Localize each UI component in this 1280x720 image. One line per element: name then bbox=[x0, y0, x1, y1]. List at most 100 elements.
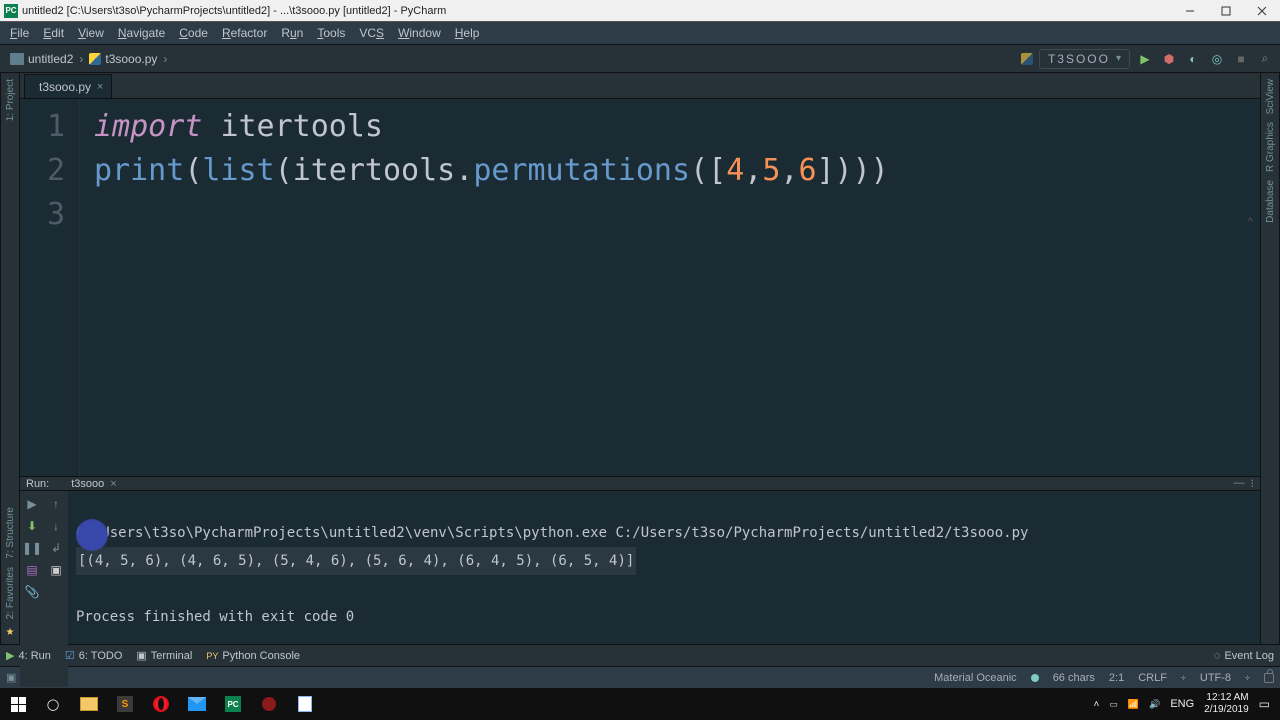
print-button[interactable]: ▣ bbox=[49, 563, 63, 577]
profile-button[interactable]: ◎ bbox=[1208, 50, 1226, 68]
task-file-explorer[interactable] bbox=[74, 690, 104, 718]
window-title: untitled2 [C:\Users\t3so\PycharmProjects… bbox=[22, 5, 446, 17]
menu-vcs[interactable]: VCS bbox=[353, 24, 390, 42]
run-output[interactable]: C:\Users\t3so\PycharmProjects\untitled2\… bbox=[68, 491, 1260, 687]
left-tool-strip: 1: Project 7: Structure 2: Favorites ★ bbox=[0, 73, 20, 644]
window-minimize-button[interactable] bbox=[1172, 0, 1208, 22]
lock-icon[interactable] bbox=[1264, 673, 1274, 683]
python-file-icon bbox=[55, 479, 65, 489]
star-icon: ★ bbox=[6, 627, 15, 638]
number-literal: 6 bbox=[798, 153, 816, 188]
line-number: 1 bbox=[20, 105, 79, 149]
tool-window-quick-icon[interactable]: ▣ bbox=[6, 671, 16, 684]
run-exit-line: Process finished with exit code 0 bbox=[76, 609, 354, 625]
cursor-indicator-icon bbox=[76, 519, 108, 551]
main-area: 1: Project 7: Structure 2: Favorites ★ t… bbox=[0, 73, 1280, 644]
debug-button[interactable]: ⬢ bbox=[1160, 50, 1178, 68]
menu-file[interactable]: File bbox=[4, 24, 35, 42]
editor-tab-t3sooo[interactable]: t3sooo.py × bbox=[24, 74, 112, 98]
line-number: 3 bbox=[20, 193, 79, 237]
tray-app-icon[interactable]: ▭ bbox=[1109, 699, 1118, 710]
menu-refactor[interactable]: Refactor bbox=[216, 24, 273, 42]
rerun-button[interactable]: ▶ bbox=[25, 497, 39, 511]
system-tray: ˄ ▭ 📶 🔊 ENG 12:12 AM 2/19/2019 ▭ bbox=[1094, 692, 1276, 716]
task-pycharm[interactable]: PC bbox=[218, 690, 248, 718]
tool-rgraphics-button[interactable]: R Graphics bbox=[1265, 122, 1276, 172]
module-itertools: itertools bbox=[220, 109, 383, 144]
run-down-button[interactable]: ⬇ bbox=[25, 519, 39, 533]
code-content[interactable]: import itertools print(list(itertools.pe… bbox=[80, 99, 1260, 476]
close-icon[interactable]: × bbox=[110, 478, 116, 490]
start-button[interactable] bbox=[4, 690, 32, 718]
settings-icon[interactable]: ⁝ bbox=[1251, 477, 1255, 490]
layout-button[interactable]: ▤ bbox=[25, 563, 39, 577]
stop-button[interactable]: ■ bbox=[1232, 50, 1250, 68]
run-label: Run: bbox=[26, 478, 49, 490]
run-tool-window: Run: t3sooo × — ⁝ ▶ ⬇ ❚❚ ▤ 📎 bbox=[20, 476, 1260, 644]
tool-project-button[interactable]: 1: Project bbox=[5, 79, 16, 121]
down-button[interactable]: ↓ bbox=[49, 519, 63, 533]
minimize-panel-icon[interactable]: — bbox=[1234, 477, 1245, 490]
tool-sciview-button[interactable]: SciView bbox=[1265, 79, 1276, 114]
menu-edit[interactable]: Edit bbox=[37, 24, 70, 42]
breadcrumb-project-label: untitled2 bbox=[28, 52, 73, 66]
window-maximize-button[interactable] bbox=[1208, 0, 1244, 22]
menu-view[interactable]: View bbox=[72, 24, 110, 42]
tray-notifications-icon[interactable]: ▭ bbox=[1259, 697, 1270, 711]
task-sublime[interactable]: S bbox=[110, 690, 140, 718]
menu-tools[interactable]: Tools bbox=[311, 24, 351, 42]
run-command-line: C:\Users\t3so\PycharmProjects\untitled2\… bbox=[76, 525, 1028, 541]
tray-network-icon[interactable]: 📶 bbox=[1128, 699, 1139, 710]
pause-button[interactable]: ❚❚ bbox=[25, 541, 39, 555]
number-literal: 5 bbox=[762, 153, 780, 188]
breadcrumb-project[interactable]: untitled2 bbox=[6, 52, 77, 66]
number-literal: 4 bbox=[726, 153, 744, 188]
tray-volume-icon[interactable]: 🔊 bbox=[1149, 699, 1160, 710]
breadcrumb-file[interactable]: t3sooo.py bbox=[85, 52, 161, 66]
task-mail[interactable] bbox=[182, 690, 212, 718]
fold-indicator-icon[interactable]: ⌃ bbox=[1247, 215, 1254, 229]
editor-gutter: 1 2 3 bbox=[20, 99, 80, 476]
task-opera[interactable] bbox=[146, 690, 176, 718]
tool-database-button[interactable]: Database bbox=[1265, 180, 1276, 223]
python-file-icon bbox=[89, 53, 101, 65]
menu-window[interactable]: Window bbox=[392, 24, 447, 42]
navigation-bar: untitled2 › t3sooo.py › T3SOOO ▾ ▶ ⬢ ◐ ◎… bbox=[0, 45, 1280, 73]
run-configuration-name: T3SOOO bbox=[1048, 52, 1110, 66]
menu-run[interactable]: Run bbox=[275, 24, 309, 42]
menu-bar: File Edit View Navigate Code Refactor Ru… bbox=[0, 22, 1280, 45]
builtin-print: print bbox=[94, 153, 184, 188]
window-titlebar: PC untitled2 [C:\Users\t3so\PycharmProje… bbox=[0, 0, 1280, 22]
keyword-import: import bbox=[94, 109, 202, 144]
tray-language[interactable]: ENG bbox=[1170, 698, 1194, 710]
task-recorder[interactable] bbox=[254, 690, 284, 718]
tray-overflow-icon[interactable]: ˄ bbox=[1094, 699, 1100, 710]
task-notepad[interactable] bbox=[290, 690, 320, 718]
run-tab-name: t3sooo bbox=[71, 478, 104, 490]
python-file-icon bbox=[1021, 53, 1033, 65]
menu-navigate[interactable]: Navigate bbox=[112, 24, 171, 42]
tool-favorites-button[interactable]: 2: Favorites bbox=[5, 567, 16, 619]
editor-area: t3sooo.py × 1 2 3 import itertools print… bbox=[20, 73, 1260, 644]
run-configuration-selector[interactable]: T3SOOO ▾ bbox=[1039, 49, 1130, 69]
tray-clock[interactable]: 12:12 AM 2/19/2019 bbox=[1204, 692, 1249, 716]
tool-structure-button[interactable]: 7: Structure bbox=[5, 507, 16, 559]
up-button[interactable]: ↑ bbox=[49, 497, 63, 511]
code-editor[interactable]: 1 2 3 import itertools print(list(iterto… bbox=[20, 99, 1260, 476]
right-tool-strip: SciView R Graphics Database bbox=[1260, 73, 1280, 644]
pin-button[interactable]: 📎 bbox=[25, 585, 39, 599]
coverage-button[interactable]: ◐ bbox=[1184, 50, 1202, 68]
close-icon[interactable]: × bbox=[97, 81, 103, 93]
window-close-button[interactable] bbox=[1244, 0, 1280, 22]
search-button[interactable]: ◯ bbox=[38, 690, 68, 718]
run-tool-header: Run: t3sooo × — ⁝ bbox=[20, 477, 1260, 491]
run-button[interactable]: ▶ bbox=[1136, 50, 1154, 68]
search-everywhere-button[interactable]: ⌕ bbox=[1256, 50, 1274, 68]
menu-code[interactable]: Code bbox=[173, 24, 214, 42]
tool-run-button[interactable]: ▶4: Run bbox=[6, 649, 51, 662]
menu-help[interactable]: Help bbox=[449, 24, 486, 42]
builtin-list: list bbox=[202, 153, 274, 188]
softwrap-button[interactable]: ↲ bbox=[49, 541, 63, 555]
chevron-right-icon: › bbox=[161, 52, 169, 66]
breadcrumb-file-label: t3sooo.py bbox=[105, 52, 157, 66]
